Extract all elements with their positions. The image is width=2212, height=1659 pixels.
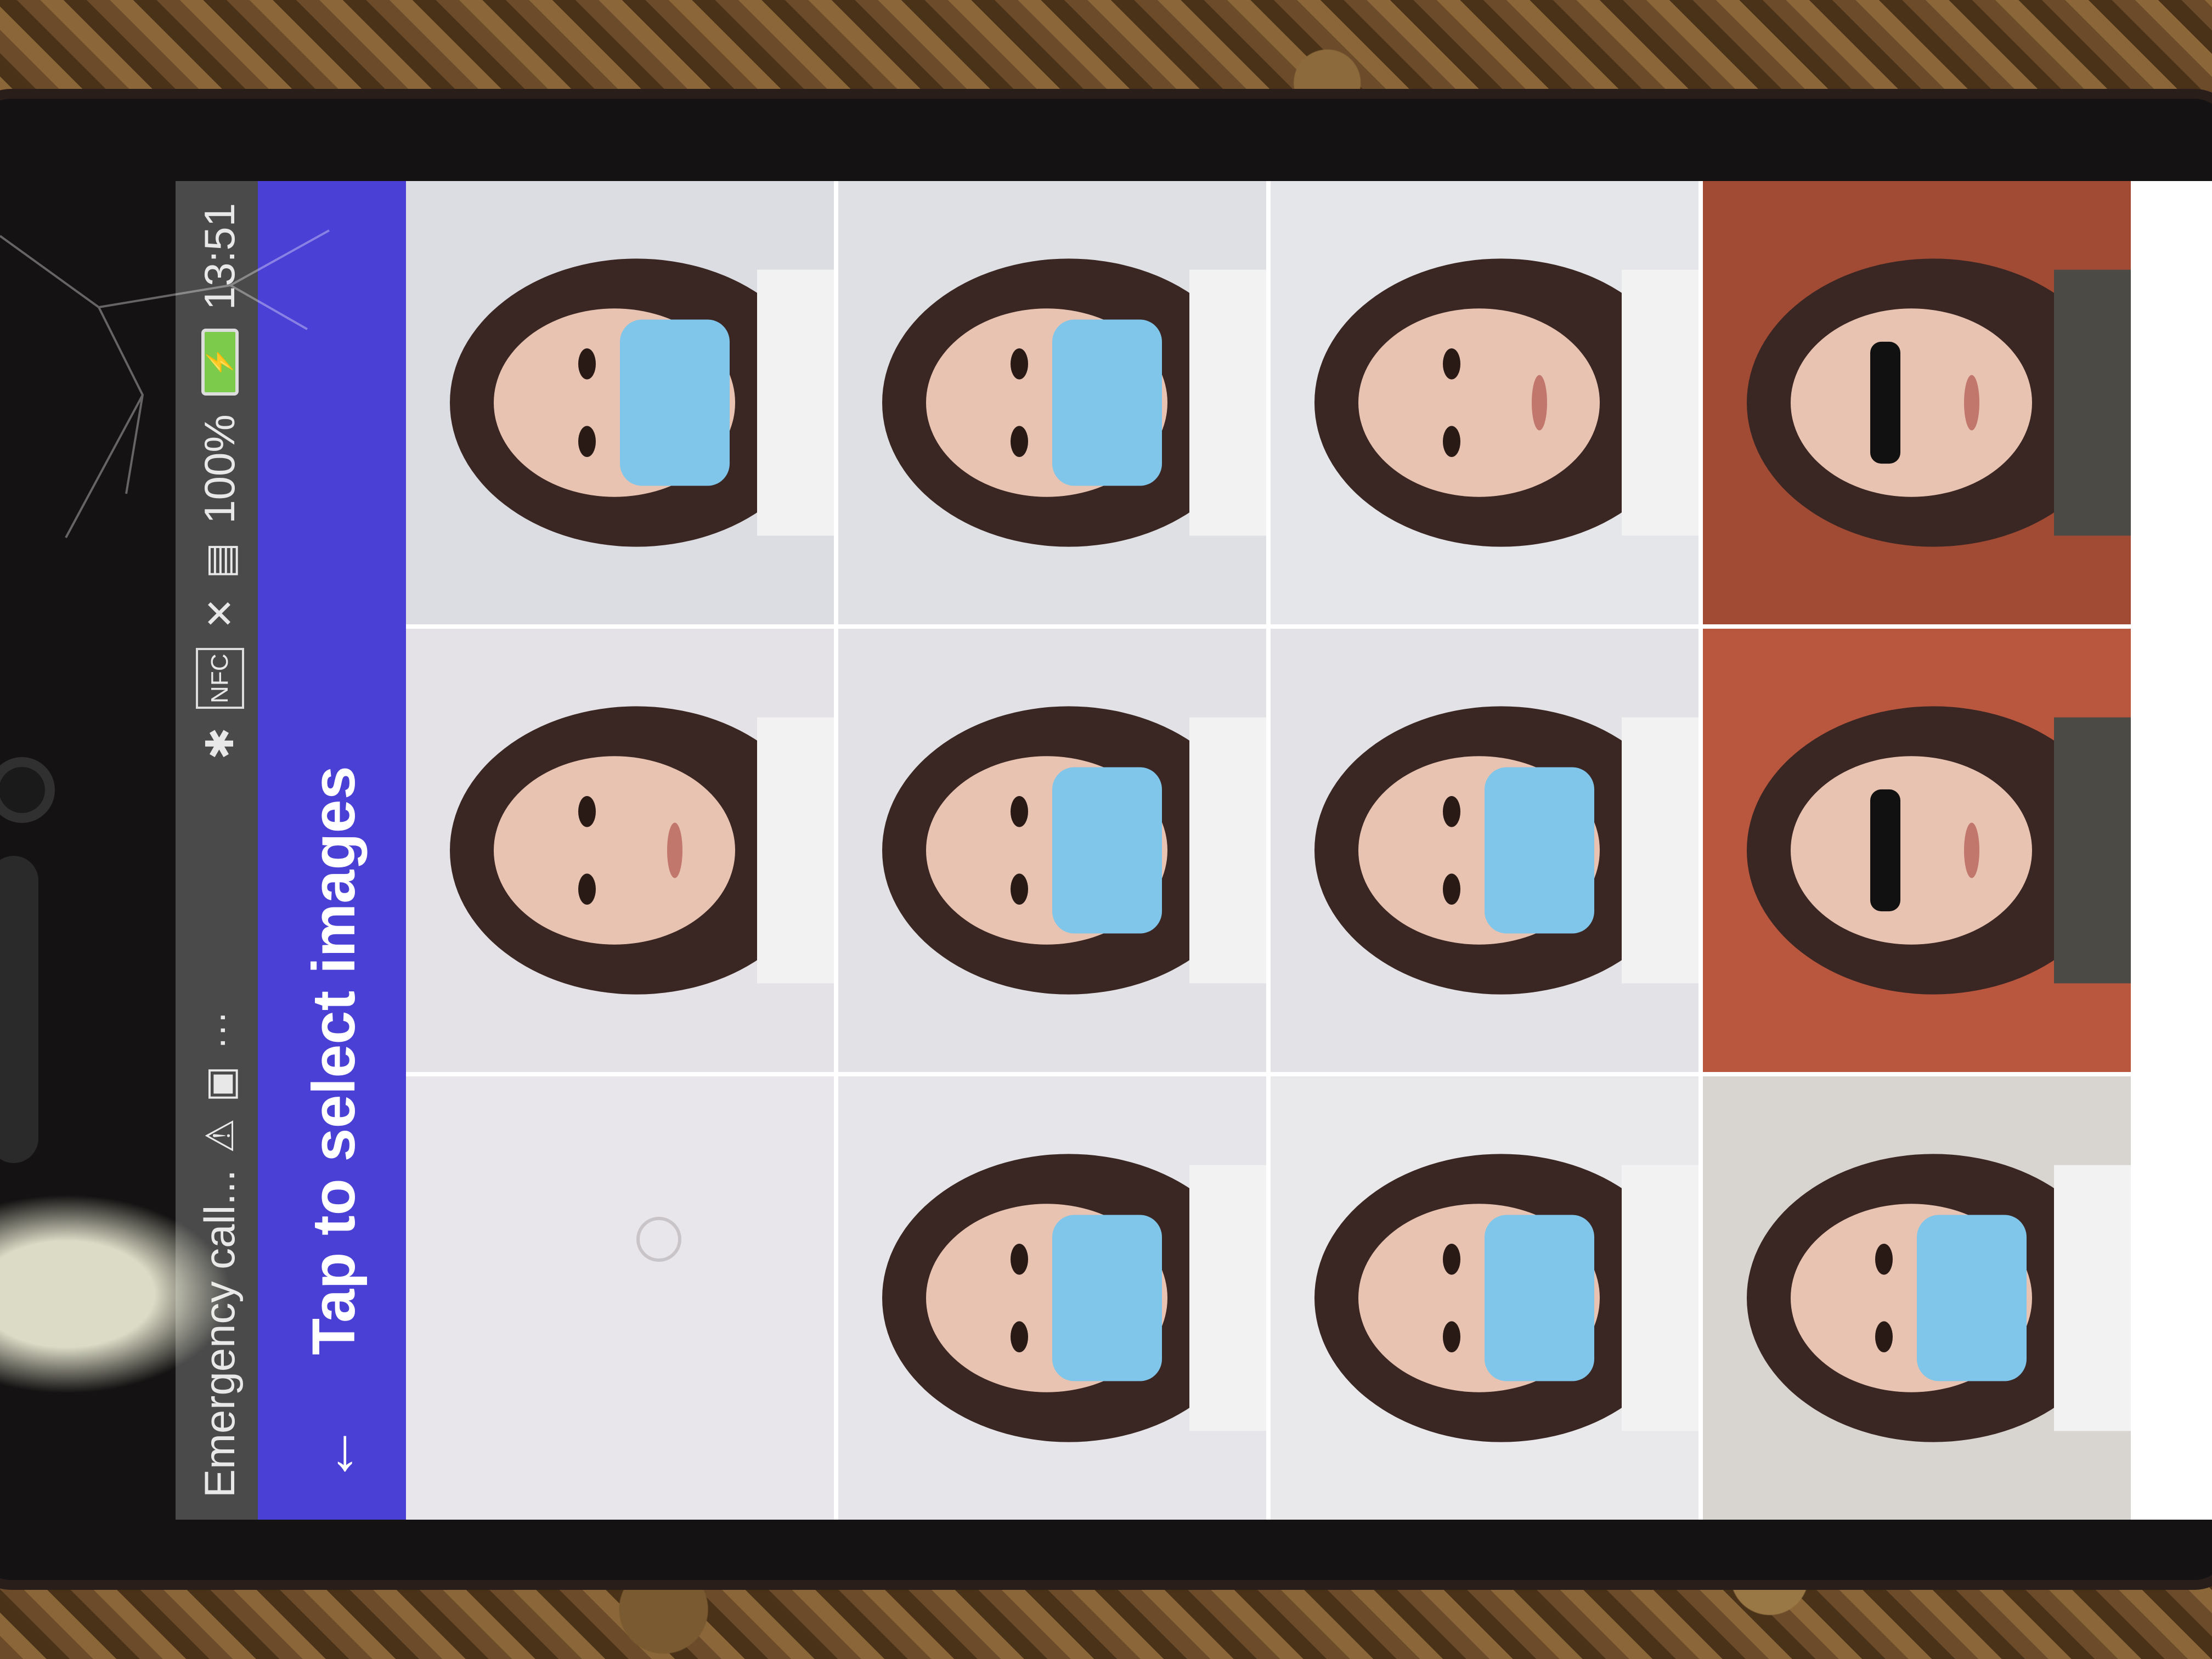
screenshot-icon: ▣ (198, 1065, 241, 1103)
surgical-mask-shape (1052, 767, 1162, 934)
status-bar: Emergency call... ⚠ ▣ ··· ✱ NFC ✕ ▤ 100%… (176, 181, 258, 1520)
surgical-mask-shape (1052, 319, 1162, 486)
emergency-call-label: Emergency call... (195, 1169, 244, 1498)
clothing-shape (2054, 717, 2131, 984)
bluetooth-icon: ✱ (198, 727, 241, 760)
status-left: Emergency call... ⚠ ▣ ··· (195, 1011, 245, 1498)
mouth-shape (1964, 375, 1979, 431)
clothing-shape (757, 717, 834, 984)
mute-icon: ✕ (198, 597, 241, 630)
eye-shape (1443, 426, 1460, 457)
surgical-mask-shape (1485, 1215, 1594, 1381)
surgical-mask-shape (1052, 1215, 1162, 1381)
person-photo (1747, 706, 2131, 995)
eye-shape (578, 796, 596, 827)
phone-screen: Emergency call... ⚠ ▣ ··· ✱ NFC ✕ ▤ 100%… (176, 181, 2212, 1520)
eye-shape (578, 348, 596, 380)
app-screen: Emergency call... ⚠ ▣ ··· ✱ NFC ✕ ▤ 100%… (176, 181, 2212, 1520)
clothing-shape (1622, 1165, 1699, 1431)
eye-shape (1011, 348, 1028, 380)
more-dots-icon: ··· (198, 1011, 241, 1049)
person-photo (882, 1154, 1266, 1442)
thumbnail-background (406, 1076, 834, 1520)
eye-shape (578, 426, 596, 457)
eye-shape (1443, 796, 1460, 827)
face-shape (1358, 308, 1600, 497)
clothing-shape (1189, 1165, 1266, 1431)
gallery-thumbnail[interactable] (1271, 1076, 1699, 1520)
clothing-shape (1189, 717, 1266, 984)
eye-shape (578, 873, 596, 905)
page-title: Tap to select images (300, 766, 368, 1355)
person-photo (1747, 1154, 2131, 1442)
gallery-thumbnail[interactable] (1271, 629, 1699, 1072)
surgical-mask-shape (620, 319, 730, 486)
person-photo (1747, 258, 2131, 547)
battery-icon: ⚡ (201, 329, 239, 396)
mouth-shape (1964, 822, 1979, 878)
eye-shape (1875, 1321, 1893, 1352)
gallery-thumbnail[interactable] (838, 629, 1266, 1072)
eye-shape (1443, 1244, 1460, 1275)
gallery-thumbnail[interactable] (406, 181, 834, 624)
clothing-shape (2054, 269, 2131, 536)
eye-shape (1443, 348, 1460, 380)
face-shape (1791, 308, 2032, 497)
mouth-shape (667, 822, 682, 878)
front-camera (0, 757, 55, 823)
back-arrow-icon[interactable]: ← (301, 1421, 368, 1487)
surgical-mask-shape (1485, 767, 1594, 934)
person-photo (1314, 706, 1699, 995)
sim-alert-icon: ⚠ (198, 1119, 241, 1153)
person-photo (450, 258, 834, 547)
gallery-thumbnail[interactable] (838, 181, 1266, 624)
face-shape (1791, 756, 2032, 945)
person-photo (450, 706, 834, 995)
eye-shape (1443, 873, 1460, 905)
clothing-shape (2054, 1165, 2131, 1431)
speaker-grille (0, 856, 38, 1163)
gallery-thumbnail[interactable] (838, 1076, 1266, 1520)
eye-shape (1011, 426, 1028, 457)
gallery-thumbnail[interactable] (1703, 629, 2131, 1072)
eye-shape (1011, 1321, 1028, 1352)
battery-percent: 100% (195, 414, 244, 524)
gallery-thumbnail[interactable] (406, 1076, 834, 1520)
eye-shape (1443, 1321, 1460, 1352)
eye-shape (1011, 873, 1028, 905)
sunglasses-shape (1870, 341, 1900, 464)
status-right: ✱ NFC ✕ ▤ 100% ⚡ 13:51 (195, 203, 245, 760)
person-photo (1314, 258, 1699, 547)
clothing-shape (757, 269, 834, 536)
gallery-thumbnail[interactable] (1271, 181, 1699, 624)
gallery-thumbnail[interactable] (406, 629, 834, 1072)
wall-switch-shape (636, 1217, 681, 1262)
eye-shape (1011, 1244, 1028, 1275)
mouth-shape (1532, 375, 1547, 431)
clothing-shape (1622, 269, 1699, 536)
app-bar: ← Tap to select images (258, 181, 406, 1520)
sim-icon: ▤ (198, 542, 241, 579)
clothing-shape (1622, 717, 1699, 984)
person-photo (882, 706, 1266, 995)
image-grid (406, 181, 2212, 1520)
eye-shape (1011, 796, 1028, 827)
clothing-shape (1189, 269, 1266, 536)
face-shape (494, 756, 735, 945)
surgical-mask-shape (1917, 1215, 2027, 1381)
gallery-thumbnail[interactable] (1703, 1076, 2131, 1520)
person-photo (882, 258, 1266, 547)
sunglasses-shape (1870, 789, 1900, 912)
gallery-thumbnail[interactable] (1703, 181, 2131, 624)
eye-shape (1875, 1244, 1893, 1275)
status-time: 13:51 (195, 203, 244, 311)
person-photo (1314, 1154, 1699, 1442)
nfc-icon: NFC (195, 648, 244, 709)
